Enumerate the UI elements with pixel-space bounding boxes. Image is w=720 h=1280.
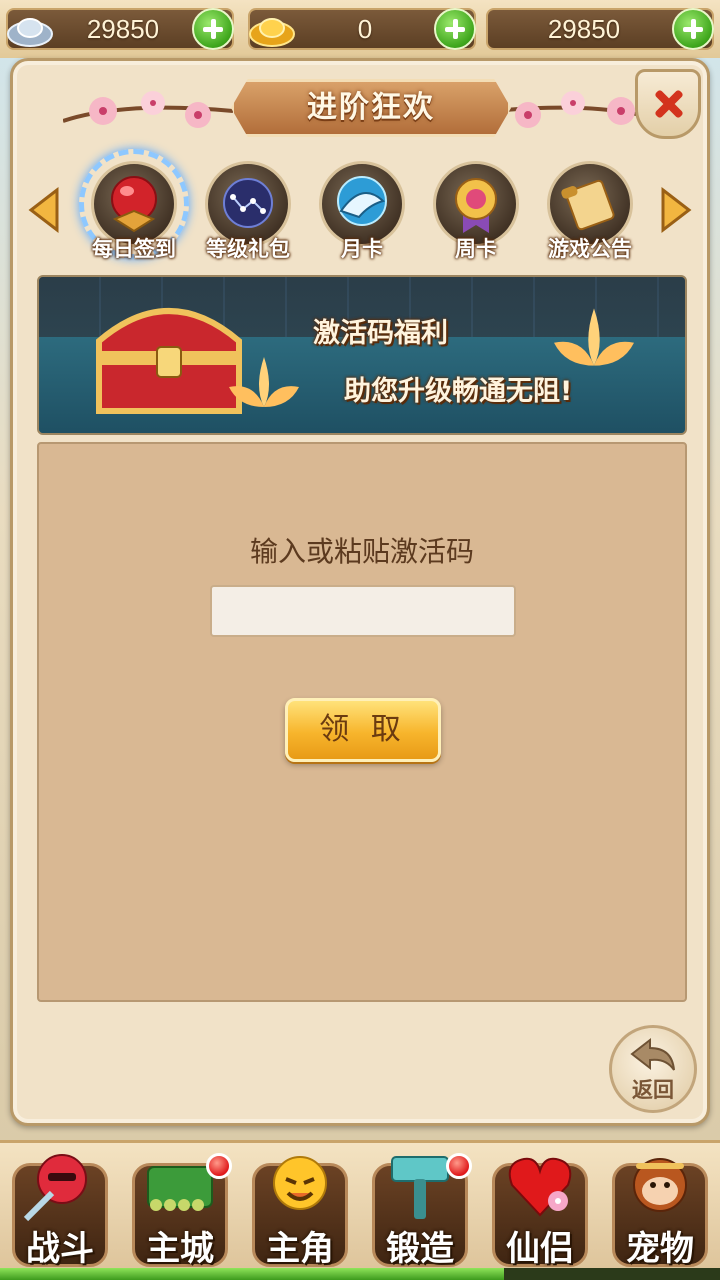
tab-label: 月卡	[341, 237, 383, 261]
nav-label: 主城	[146, 1229, 214, 1269]
gold-amount: 0	[357, 14, 373, 44]
redeem-box: 输入或粘贴激活码 领 取	[37, 442, 687, 1002]
blossom-left-decoration	[63, 91, 233, 128]
lotus-icon	[229, 357, 299, 407]
third-amount: 29850	[547, 14, 621, 44]
tab-label: 每日签到	[92, 237, 176, 261]
add-third-button[interactable]	[672, 8, 714, 50]
third-currency: 29850	[486, 8, 714, 50]
tab-month-card[interactable]: 月卡	[307, 161, 417, 271]
back-button[interactable]: 返回	[609, 1025, 697, 1113]
nav-pet[interactable]: 宠物	[600, 1149, 720, 1275]
nav-label: 锻造	[386, 1229, 454, 1269]
silver-amount: 29850	[86, 14, 160, 44]
nav-forge[interactable]: 锻造	[360, 1149, 480, 1275]
back-label: 返回	[632, 1078, 674, 1102]
tab-daily-checkin[interactable]: 每日签到	[79, 149, 189, 271]
nav-main-city[interactable]: 主城	[120, 1149, 240, 1275]
medal-icon	[455, 178, 497, 233]
constellation-orb-icon	[223, 178, 273, 228]
experience-bar	[0, 1268, 720, 1280]
close-button[interactable]	[635, 69, 701, 139]
event-panel: 进阶狂欢 每日签到 等级礼包 月卡 周卡 游戏公告 激活码福利 助您升级畅通无阻…	[10, 58, 710, 1126]
add-silver-button[interactable]	[192, 8, 234, 50]
activation-code-banner: 激活码福利 助您升级畅通无阻!	[37, 275, 687, 435]
nav-companion[interactable]: 仙侣	[480, 1149, 600, 1275]
nav-label: 战斗	[26, 1229, 94, 1269]
silver-currency: 29850	[6, 8, 234, 50]
banner-headline: 激活码福利	[313, 318, 448, 349]
tabs-prev-arrow-icon[interactable]	[27, 186, 61, 234]
silver-ingot-icon	[7, 18, 53, 47]
scroll-icon	[561, 179, 615, 231]
heart-flower-icon	[508, 1157, 572, 1217]
tab-label: 周卡	[455, 237, 497, 261]
activation-code-input[interactable]	[210, 585, 516, 637]
nav-label: 宠物	[626, 1229, 694, 1269]
tab-game-notice[interactable]: 游戏公告	[535, 161, 645, 271]
ninja-icon	[23, 1154, 87, 1222]
redeem-prompt: 输入或粘贴激活码	[249, 535, 474, 568]
notification-badge	[446, 1153, 472, 1179]
notification-badge	[206, 1153, 232, 1179]
nav-battle[interactable]: 战斗	[0, 1149, 120, 1275]
gold-ingot-icon	[249, 18, 295, 47]
currency-bar: 29850 0 29850	[0, 0, 720, 58]
tab-label: 游戏公告	[548, 237, 632, 261]
gold-currency: 0	[248, 8, 476, 50]
nav-label: 主角	[266, 1229, 334, 1269]
claim-button[interactable]: 领 取	[285, 698, 441, 762]
tabs-next-arrow-icon[interactable]	[659, 186, 693, 234]
tab-level-gift[interactable]: 等级礼包	[193, 161, 303, 271]
banner-subline: 助您升级畅通无阻!	[344, 376, 573, 407]
add-gold-button[interactable]	[434, 8, 476, 50]
tab-label: 等级礼包	[206, 237, 290, 261]
smiley-hero-icon	[273, 1156, 327, 1210]
nav-label: 仙侣	[506, 1229, 574, 1269]
experience-bar-fill	[0, 1268, 504, 1280]
bottom-nav: 战斗 主城 主角 锻造 仙侣 宠物	[0, 1140, 720, 1280]
back-arrow-icon	[630, 1037, 675, 1071]
monkey-icon	[633, 1158, 687, 1212]
tab-week-card[interactable]: 周卡	[421, 161, 531, 271]
blue-dragon-icon	[337, 176, 387, 226]
nav-hero[interactable]: 主角	[240, 1149, 360, 1275]
lotus-icon	[554, 308, 634, 366]
panel-title: 进阶狂欢	[307, 90, 435, 125]
